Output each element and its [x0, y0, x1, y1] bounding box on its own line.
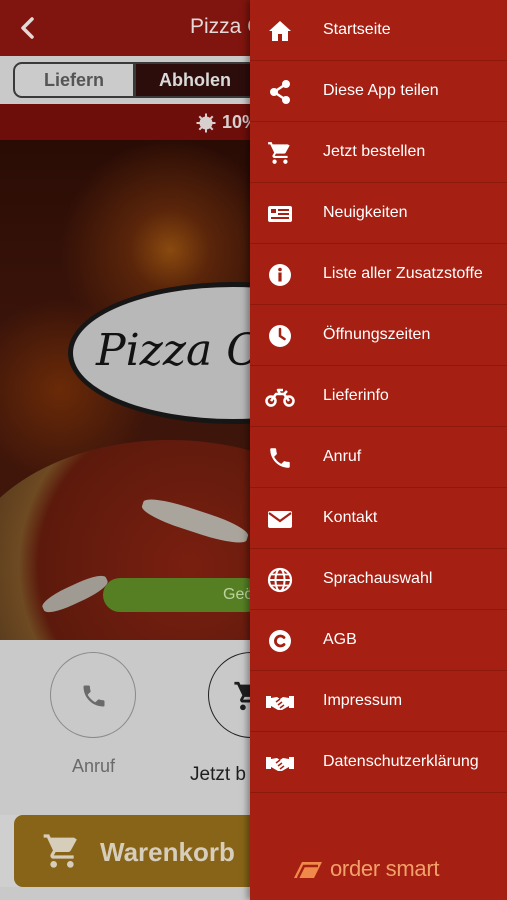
menu-item-label: Kontakt	[323, 509, 378, 526]
motorbike-icon	[265, 388, 295, 407]
copyright-icon	[269, 630, 291, 652]
menu-item-imprint[interactable]: Impressum	[250, 671, 507, 732]
open-status-badge: Geö	[103, 578, 263, 612]
mail-icon	[268, 511, 292, 528]
call-button[interactable]	[50, 652, 136, 738]
order-now-label: Jetzt b	[190, 764, 246, 785]
menu-item-label: Lieferinfo	[323, 387, 389, 404]
menu-item-order-now[interactable]: Jetzt bestellen	[250, 122, 507, 183]
navigation-drawer: Startseite Diese App teilen Jetzt bestel…	[250, 0, 507, 900]
order-smart-logo-icon	[294, 862, 322, 879]
menu-item-opening-hours[interactable]: Öffnungszeiten	[250, 305, 507, 366]
brand-text: order smart	[330, 856, 440, 881]
menu-item-label: Sprachauswahl	[323, 570, 433, 587]
back-arrow-icon[interactable]	[14, 14, 42, 42]
menu-item-label: Neuigkeiten	[323, 204, 408, 221]
share-icon	[270, 80, 290, 104]
home-icon	[269, 21, 291, 41]
phone-icon	[270, 448, 290, 468]
menu-item-label: AGB	[323, 631, 357, 648]
handshake-icon	[266, 696, 294, 710]
pickup-tab[interactable]: Abholen	[134, 62, 256, 98]
info-icon	[269, 264, 291, 286]
menu-item-label: Impressum	[323, 692, 403, 709]
badge-icon	[196, 113, 216, 133]
menu-item-terms[interactable]: AGB	[250, 610, 507, 671]
menu-item-additives[interactable]: Liste aller Zusatzstoffe	[250, 244, 507, 305]
menu-item-language[interactable]: Sprachauswahl	[250, 549, 507, 610]
menu-item-delivery-info[interactable]: Lieferinfo	[250, 366, 507, 427]
menu-item-label: Öffnungszeiten	[323, 326, 431, 343]
menu-item-call[interactable]: Anruf	[250, 427, 507, 488]
clock-icon	[269, 325, 291, 347]
cart-icon	[268, 142, 290, 164]
menu-item-privacy[interactable]: Datenschutzerklärung	[250, 732, 507, 793]
menu-item-label: Anruf	[323, 448, 362, 465]
menu-item-startseite[interactable]: Startseite	[250, 0, 507, 61]
cart-icon	[43, 834, 77, 868]
logo-text: Pizza C	[96, 325, 260, 376]
call-label: Anruf	[72, 756, 116, 776]
globe-icon	[267, 567, 293, 593]
news-icon	[268, 206, 292, 222]
menu-item-label: Jetzt bestellen	[323, 143, 426, 160]
menu-item-label: Liste aller Zusatzstoffe	[323, 265, 483, 282]
phone-icon	[83, 685, 105, 707]
menu-item-label: Startseite	[323, 21, 391, 38]
menu-item-label: Datenschutzerklärung	[323, 753, 479, 770]
menu-item-share-app[interactable]: Diese App teilen	[250, 61, 507, 122]
menu-item-news[interactable]: Neuigkeiten	[250, 183, 507, 244]
cart-label: Warenkorb	[100, 837, 235, 867]
handshake-icon	[266, 757, 294, 771]
menu-item-contact[interactable]: Kontakt	[250, 488, 507, 549]
menu-item-label: Diese App teilen	[323, 82, 439, 99]
delivery-tab[interactable]: Liefern	[13, 62, 135, 98]
